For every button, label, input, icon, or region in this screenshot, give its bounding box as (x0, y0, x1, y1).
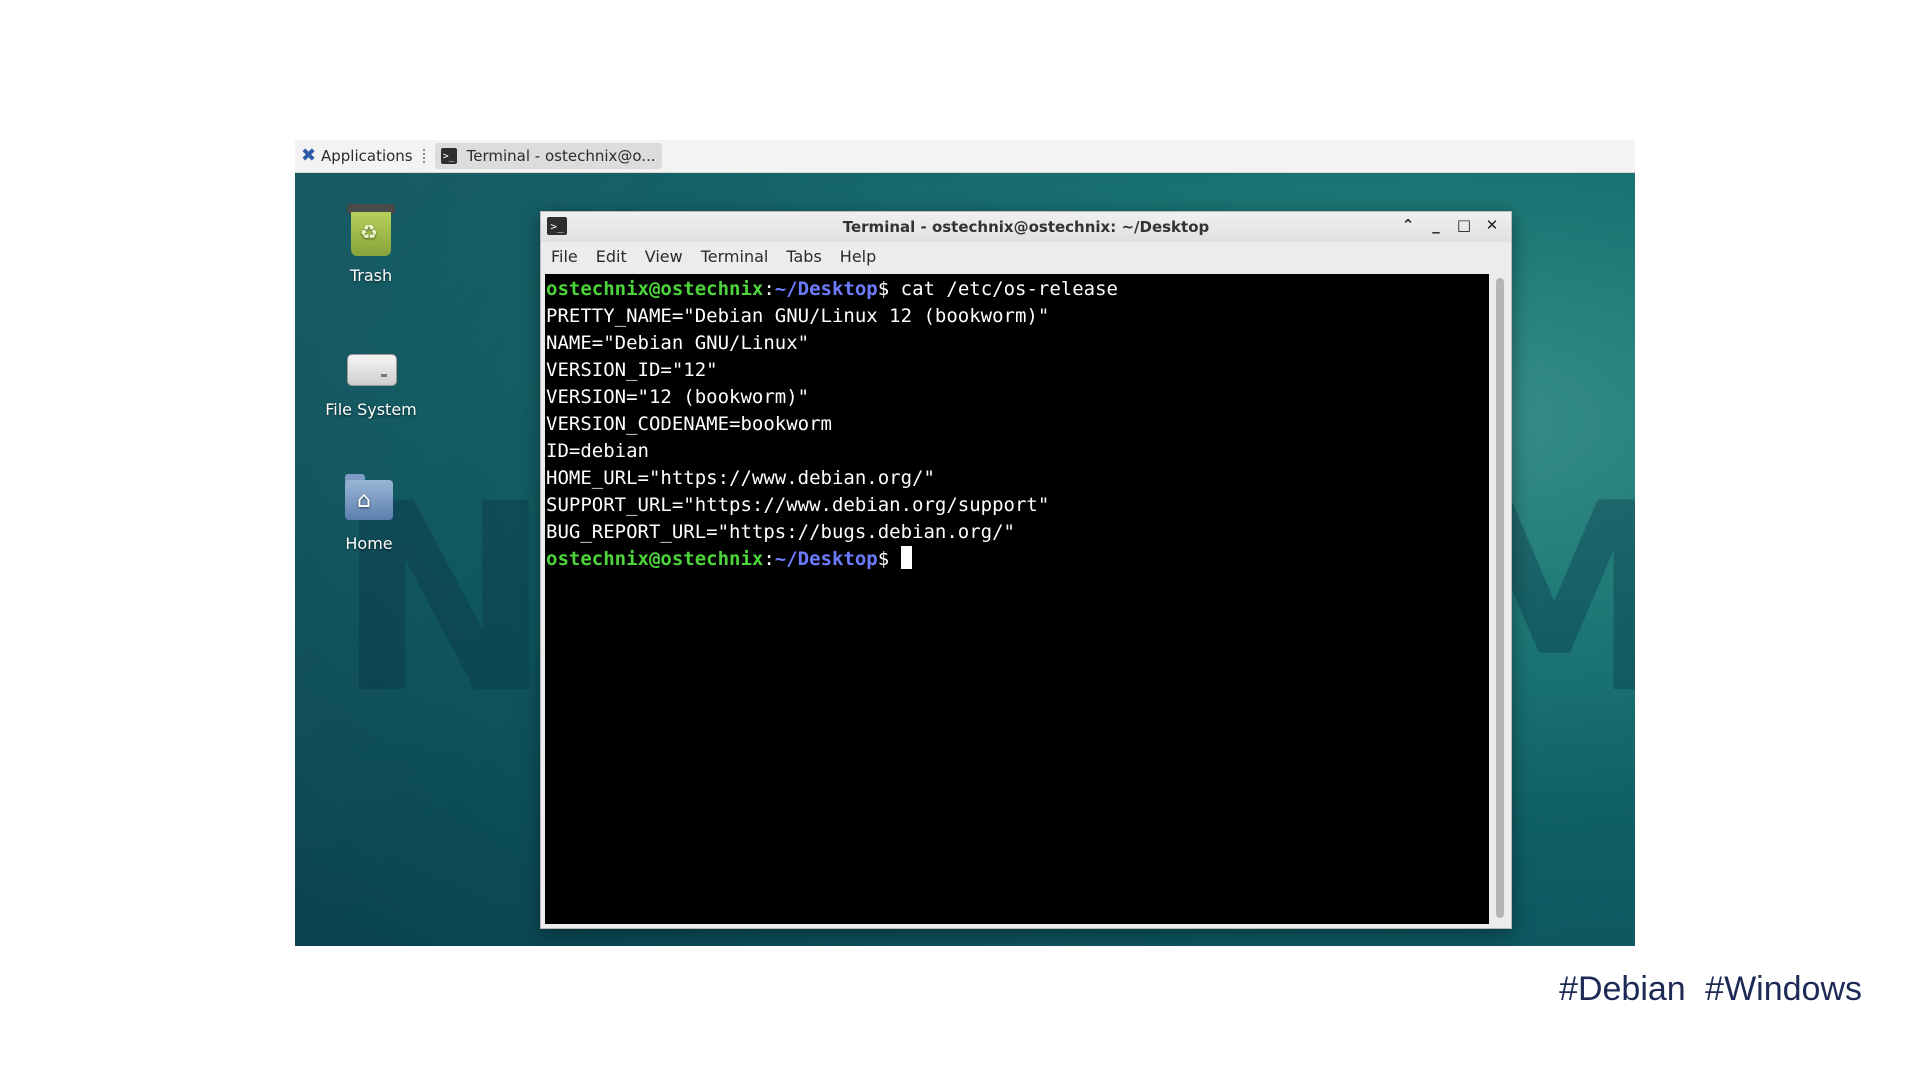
menu-edit[interactable]: Edit (596, 247, 627, 266)
panel-separator (422, 149, 429, 163)
desktop-icon-label: Home (345, 534, 393, 553)
hashtags: #Debian #Windows (1559, 970, 1862, 1008)
window-controls: ⌃ _ □ ✕ (1399, 216, 1501, 234)
text-cursor (900, 546, 912, 569)
terminal-screen[interactable]: ostechnix@ostechnix:~/Desktop$ cat /etc/… (545, 274, 1489, 924)
menu-file[interactable]: File (551, 247, 578, 266)
terminal-scrollbar[interactable] (1493, 274, 1507, 924)
desktop-icon-trash[interactable]: ♻ Trash (311, 202, 431, 285)
desktop-icon-file-system[interactable]: File System (311, 336, 431, 419)
close-icon[interactable]: ✕ (1483, 216, 1501, 234)
output-line: VERSION_ID="12" (546, 359, 718, 381)
prompt-dollar: $ (877, 278, 890, 300)
desktop-icon-label: Trash (349, 266, 393, 285)
output-line: PRETTY_NAME="Debian GNU/Linux 12 (bookwo… (546, 305, 1050, 327)
menu-terminal[interactable]: Terminal (701, 247, 769, 266)
prompt-path: ~/Desktop (774, 278, 878, 300)
terminal-window: >_ Terminal - ostechnix@ostechnix: ~/Des… (540, 211, 1512, 929)
output-line: HOME_URL="https://www.debian.org/" (546, 467, 935, 489)
menu-tabs[interactable]: Tabs (786, 247, 821, 266)
home-folder-icon: ⌂ (341, 470, 397, 526)
prompt-path: ~/Desktop (774, 548, 878, 570)
trash-icon: ♻ (343, 202, 399, 258)
taskbar-item-terminal[interactable]: >_ Terminal - ostechnix@o... (434, 143, 662, 169)
scrollbar-thumb[interactable] (1496, 278, 1504, 918)
output-line: VERSION="12 (bookworm)" (546, 386, 810, 408)
applications-menu-button[interactable]: ✖ Applications (295, 140, 419, 172)
desktop-icon-home[interactable]: ⌂ Home (309, 470, 429, 553)
terminal-line-prompt-2: ostechnix@ostechnix:~/Desktop$ (546, 546, 912, 570)
top-panel: ✖ Applications >_ Terminal - ostechnix@o… (295, 140, 1635, 173)
prompt-user: ostechnix@ostechnix (546, 548, 764, 570)
output-line: SUPPORT_URL="https://www.debian.org/supp… (546, 494, 1050, 516)
terminal-titlebar[interactable]: >_ Terminal - ostechnix@ostechnix: ~/Des… (541, 212, 1511, 242)
shade-up-icon[interactable]: ⌃ (1399, 216, 1417, 234)
prompt-separator: : (763, 548, 775, 570)
output-line: ID=debian (546, 440, 649, 462)
minimize-icon[interactable]: _ (1427, 216, 1445, 234)
menu-help[interactable]: Help (840, 247, 876, 266)
output-line: VERSION_CODENAME=bookworm (546, 413, 832, 435)
terminal-icon: >_ (440, 148, 457, 164)
desktop-icon-label: File System (325, 400, 417, 419)
output-line: NAME="Debian GNU/Linux" (546, 332, 810, 354)
terminal-line-prompt-1: ostechnix@ostechnix:~/Desktop$ cat /etc/… (546, 278, 1118, 300)
output-line: BUG_REPORT_URL="https://bugs.debian.org/… (546, 521, 1015, 543)
drive-icon (343, 336, 399, 392)
command-text: cat /etc/os-release (889, 278, 1118, 300)
menu-view[interactable]: View (645, 247, 683, 266)
window-title: Terminal - ostechnix@ostechnix: ~/Deskto… (842, 218, 1210, 236)
prompt-separator: : (763, 278, 775, 300)
desktop: N M ✖ Applications >_ Terminal - ostechn… (295, 140, 1635, 946)
terminal-menubar: File Edit View Terminal Tabs Help (541, 242, 1511, 270)
applications-label: Applications (321, 147, 413, 165)
prompt-user: ostechnix@ostechnix (546, 278, 764, 300)
taskbar-item-label: Terminal - ostechnix@o... (466, 147, 656, 165)
xfce-logo-icon: ✖ (301, 145, 317, 166)
prompt-dollar: $ (877, 548, 890, 570)
terminal-icon: >_ (547, 217, 567, 235)
maximize-icon[interactable]: □ (1455, 216, 1473, 234)
